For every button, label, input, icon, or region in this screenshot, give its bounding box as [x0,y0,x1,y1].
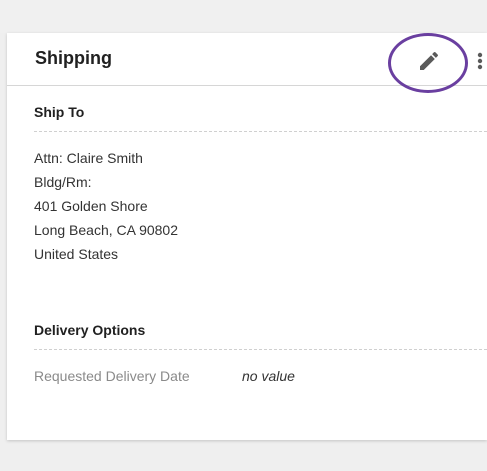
ship-to-title: Ship To [34,104,85,120]
address-city: Long Beach, CA 90802 [34,222,179,238]
requested-delivery-date-label: Requested Delivery Date [34,368,190,384]
ship-to-divider [34,131,487,132]
address-bldg: Bldg/Rm: [34,174,92,190]
delivery-options-title: Delivery Options [34,322,146,338]
more-options-button[interactable] [474,49,486,73]
edit-button[interactable] [417,49,441,73]
card-header: Shipping [7,33,487,93]
more-vertical-icon [474,52,486,76]
pencil-icon [417,51,441,76]
delivery-options-divider [34,349,487,350]
requested-delivery-date-value: no value [242,368,295,384]
card-title: Shipping [35,48,112,68]
address-attn: Attn: Claire Smith [34,150,143,166]
address-street: 401 Golden Shore [34,198,148,214]
page-background [0,0,487,33]
shipping-card: Shipping Ship To Attn: Claire Smith Bldg… [7,33,487,440]
address-country: United States [34,246,119,262]
